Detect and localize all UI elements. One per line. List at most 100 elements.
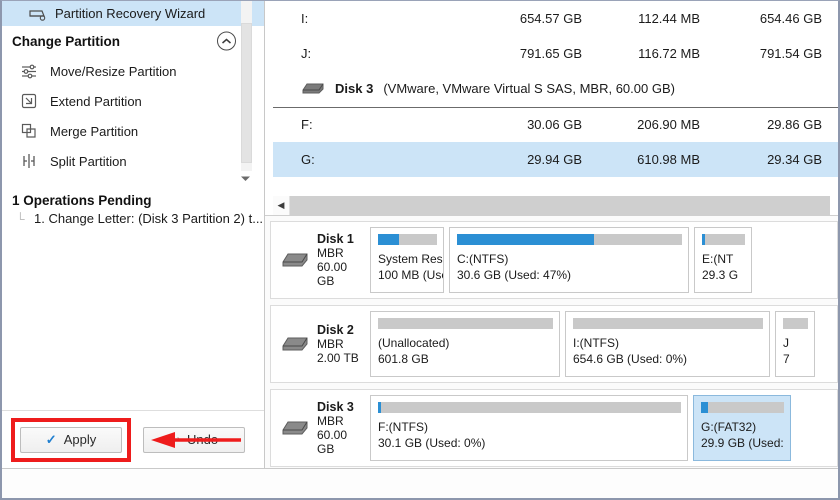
table-row[interactable]: F: 30.06 GB 206.90 MB 29.86 GB	[273, 107, 838, 142]
undo-button-label: Undo	[186, 432, 219, 447]
table-row[interactable]: I: 654.57 GB 112.44 MB 654.46 GB	[273, 1, 838, 36]
cell-letter: I:	[301, 11, 309, 26]
usage-bar	[378, 318, 553, 329]
table-row-selected[interactable]: G: 29.94 GB 610.98 MB 29.34 GB	[273, 142, 838, 177]
sidebar-item-extend-partition[interactable]: Extend Partition	[2, 86, 264, 116]
action-button-bar: ✓ Apply ↩ Undo	[2, 410, 264, 468]
partition-block[interactable]: J 7	[775, 311, 815, 377]
scrollbar-thumb[interactable]	[241, 23, 252, 163]
cell-letter: F:	[301, 117, 313, 133]
cell-unused: 29.34 GB	[767, 152, 822, 167]
disk-scheme: MBR	[317, 414, 344, 428]
partition-size: 29.3 G	[702, 268, 739, 282]
usage-bar	[573, 318, 763, 329]
operations-pending-title: 1 Operations Pending	[12, 193, 152, 208]
cell-unused: 791.54 GB	[759, 46, 822, 61]
apply-button[interactable]: ✓ Apply	[20, 426, 122, 453]
disk-map-row[interactable]: Disk 3 MBR 60.00 GB F:(NTFS) 30.1 GB (Us…	[270, 389, 838, 467]
sidebar-item-move-resize-partition[interactable]: Move/Resize Partition	[2, 56, 264, 86]
hard-disk-icon	[281, 336, 309, 352]
partition-label: G:(FAT32)	[701, 420, 757, 434]
sidebar-item-label: Move/Resize Partition	[50, 63, 177, 79]
partition-block[interactable]: (Unallocated) 601.8 GB	[370, 311, 560, 377]
partition-block[interactable]: C:(NTFS) 30.6 GB (Used: 47%)	[449, 227, 689, 293]
partition-label: C:(NTFS)	[457, 252, 509, 266]
cell-capacity: 30.06 GB	[527, 117, 582, 133]
cell-unused: 29.86 GB	[767, 117, 822, 133]
disk-map-row[interactable]: Disk 2 MBR 2.00 TB (Unallocated) 601.8 G…	[270, 305, 838, 383]
disk-size: 60.00 GB	[317, 260, 348, 288]
disk-wizard-icon	[28, 5, 46, 23]
sidebar-item-split-partition[interactable]: Split Partition	[2, 146, 264, 176]
hard-disk-icon	[281, 420, 309, 436]
partition-table-container[interactable]: I: 654.57 GB 112.44 MB 654.46 GB J: 791.…	[265, 1, 838, 193]
partition-block[interactable]: E:(NT 29.3 G	[694, 227, 752, 293]
partition-block[interactable]: System Reser 100 MB (Usec	[370, 227, 444, 293]
hard-disk-icon	[301, 82, 325, 95]
chevron-down-icon[interactable]	[239, 171, 252, 185]
chevron-up-icon[interactable]	[217, 31, 236, 51]
main-split: Partition Recovery Wizard Change Partiti…	[2, 1, 838, 468]
cell-pad	[836, 1, 838, 36]
cell-capacity: 791.65 GB	[519, 46, 582, 61]
partition-size: 654.6 GB (Used: 0%)	[573, 352, 688, 366]
disk-scheme: MBR	[317, 337, 344, 351]
partition-label: J	[783, 336, 789, 350]
merge-squares-icon	[20, 122, 38, 140]
sidebar-section-change-partition[interactable]: Change Partition	[2, 26, 264, 56]
tree-branch-icon: └	[16, 211, 25, 226]
sidebar-item-merge-partition[interactable]: Merge Partition	[2, 116, 264, 146]
sidebar-vertical-scrollbar[interactable]	[241, 1, 252, 171]
operation-label: 1. Change Letter: (Disk 3 Partition 2) t…	[34, 211, 264, 226]
expand-arrow-icon	[20, 92, 38, 110]
sidebar-item-partition-recovery-wizard[interactable]: Partition Recovery Wizard	[2, 1, 264, 26]
disk-map-panel: Disk 1 MBR 60.00 GB System Reser 100 MB …	[265, 215, 838, 468]
cell-pad	[836, 142, 838, 177]
undo-button-wrapper: ↩ Undo	[143, 426, 245, 453]
horizontal-scrollbar[interactable]: ◀	[273, 196, 830, 215]
partition-size: 100 MB (Usec	[378, 268, 443, 282]
cell-letter: G:	[301, 152, 315, 167]
check-icon: ✓	[45, 431, 57, 447]
disk-group-header-row[interactable]: Disk 3 (VMware, VMware Virtual S SAS, MB…	[273, 71, 838, 108]
disk-name: Disk 1	[317, 232, 354, 246]
disk-group-header: Disk 3 (VMware, VMware Virtual S SAS, MB…	[273, 71, 838, 108]
partition-label: (Unallocated)	[378, 336, 450, 350]
cell-capacity: 29.94 GB	[527, 152, 582, 167]
partition-block-selected[interactable]: G:(FAT32) 29.9 GB (Used:	[693, 395, 791, 461]
partition-strip: (Unallocated) 601.8 GB I:(NTFS) 654.6 GB…	[367, 306, 837, 382]
partition-size: 29.9 GB (Used:	[701, 436, 784, 450]
split-icon	[20, 152, 38, 170]
cell-letter: J:	[301, 46, 312, 61]
sidebar-item-label: Extend Partition	[50, 93, 142, 109]
operation-list-item[interactable]: └ 1. Change Letter: (Disk 3 Partition 2)…	[2, 211, 264, 226]
partition-block[interactable]: F:(NTFS) 30.1 GB (Used: 0%)	[370, 395, 688, 461]
partition-block[interactable]: I:(NTFS) 654.6 GB (Used: 0%)	[565, 311, 770, 377]
sidebar-item-label: Split Partition	[50, 153, 127, 169]
cell-used: 112.44 MB	[638, 11, 700, 26]
partition-label: E:(NT	[702, 252, 734, 266]
triangle-left-icon[interactable]: ◀	[273, 196, 290, 215]
disk-info: Disk 2 MBR 2.00 TB	[271, 306, 367, 382]
partition-label: I:(NTFS)	[573, 336, 619, 350]
status-bar	[2, 468, 838, 498]
disk-name: Disk 3	[317, 400, 354, 414]
hard-disk-icon	[281, 252, 309, 268]
undo-button[interactable]: ↩ Undo	[143, 426, 245, 453]
disk-scheme: MBR	[317, 246, 344, 260]
usage-bar	[783, 318, 808, 329]
partition-table-body: I: 654.57 GB 112.44 MB 654.46 GB J: 791.…	[273, 1, 838, 177]
partition-size: 30.1 GB (Used: 0%)	[378, 436, 486, 450]
disk-map-row[interactable]: Disk 1 MBR 60.00 GB System Reser 100 MB …	[270, 221, 838, 299]
table-row[interactable]: J: 791.65 GB 116.72 MB 791.54 GB	[273, 36, 838, 71]
cell-capacity: 654.57 GB	[519, 11, 582, 26]
disk-info: Disk 1 MBR 60.00 GB	[271, 222, 367, 298]
partition-size: 7	[783, 352, 790, 366]
partition-size: 601.8 GB	[378, 352, 429, 366]
disk-name: Disk 3	[335, 81, 374, 97]
disk-size: 2.00 TB	[317, 351, 359, 365]
cell-pad	[836, 36, 838, 71]
partition-label: System Reser	[378, 252, 443, 266]
usage-bar	[701, 402, 784, 413]
